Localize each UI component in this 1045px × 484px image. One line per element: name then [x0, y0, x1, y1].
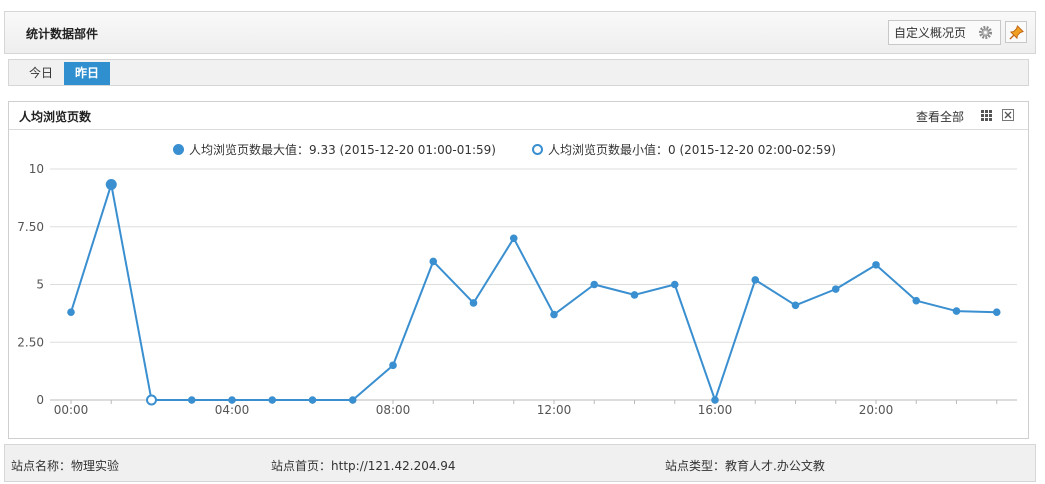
data-point [429, 257, 438, 266]
data-point [912, 296, 921, 305]
data-point [751, 276, 760, 284]
y-tick-label: 5 [36, 278, 44, 292]
data-point [711, 396, 719, 404]
y-tick-label: 0 [36, 393, 44, 407]
data-point [831, 285, 840, 293]
site-type-value: 教育人才.办公文教 [725, 459, 825, 473]
x-tick-label: 08:00 [376, 403, 411, 417]
legend-min-value: 0 (2015-12-20 02:00-02:59) [668, 142, 836, 157]
y-tick-label: 2.50 [17, 335, 44, 349]
x-tick-label: 04:00 [215, 403, 250, 417]
data-point [630, 291, 639, 299]
site-info-footer: 站点名称：物理实验 站点首页：http://121.42.204.94 站点类型… [4, 444, 1036, 482]
min-marker-icon [532, 144, 543, 155]
site-type-label: 站点类型： [665, 459, 726, 473]
site-name-label: 站点名称： [11, 459, 72, 473]
legend-max-value: 9.33 (2015-12-20 01:00-01:59) [309, 142, 496, 157]
site-homepage: 站点首页：http://121.42.204.94 [271, 457, 456, 474]
y-tick-label: 7.50 [17, 220, 44, 234]
data-point [308, 396, 317, 404]
site-type: 站点类型：教育人才.办公文教 [665, 457, 825, 474]
data-point [590, 280, 599, 289]
data-point [550, 310, 558, 319]
data-point [268, 396, 277, 404]
data-point [509, 234, 518, 243]
series-line [70, 183, 997, 401]
min-point [146, 394, 157, 406]
site-homepage-label: 站点首页： [271, 459, 332, 473]
data-point [67, 308, 75, 317]
legend-max-label: 人均浏览页数最大值： [189, 143, 310, 157]
y-tick-label: 10 [29, 162, 44, 176]
x-tick-label: 20:00 [859, 403, 894, 417]
data-point [187, 396, 196, 404]
data-point [791, 301, 800, 310]
max-point [105, 178, 117, 190]
legend-min-label: 人均浏览页数最小值： [548, 143, 669, 157]
data-point [992, 308, 1001, 317]
x-tick-label: 00:00 [54, 403, 89, 417]
max-marker-icon [173, 144, 184, 155]
data-point [228, 396, 236, 404]
data-point [348, 396, 357, 404]
data-point [389, 361, 397, 370]
data-point [670, 280, 679, 289]
x-tick-label: 12:00 [537, 403, 572, 417]
site-name: 站点名称：物理实验 [11, 457, 119, 474]
site-name-value: 物理实验 [71, 459, 120, 473]
x-tick-label: 16:00 [698, 403, 733, 417]
data-point [872, 261, 880, 269]
legend-max: 人均浏览页数最大值： 9.33 (2015-12-20 01:00-01:59) [173, 141, 496, 158]
legend-min: 人均浏览页数最小值： 0 (2015-12-20 02:00-02:59) [532, 141, 836, 158]
site-homepage-value[interactable]: http://121.42.204.94 [331, 459, 456, 473]
pageviews-line-chart: 10 7.50 5 2.50 0 00:00 04:00 08:00 12:00 16:00 20:… [17, 162, 1017, 417]
data-point [952, 307, 961, 315]
data-point [469, 299, 478, 307]
